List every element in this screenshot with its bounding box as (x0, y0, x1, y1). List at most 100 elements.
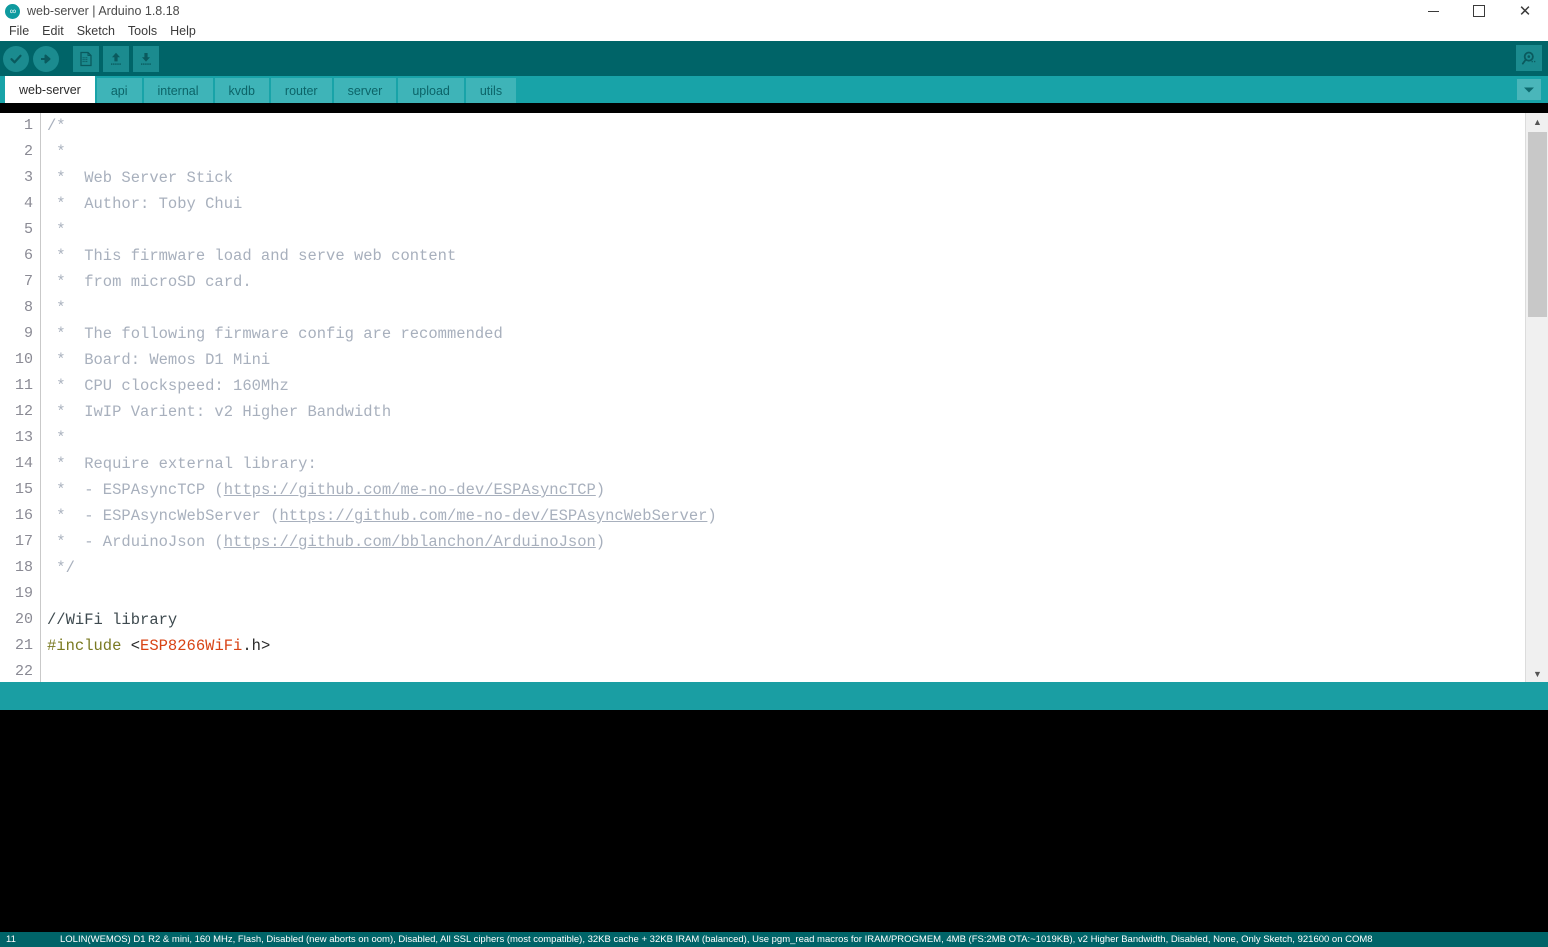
comment-token: /* (47, 117, 66, 135)
line-number: 2 (23, 143, 33, 160)
window-controls: ✕ (1410, 0, 1548, 22)
punctuation-token: > (260, 637, 271, 655)
code-line: * (41, 295, 1525, 321)
include-ext-token: .h (242, 637, 261, 655)
line-number: 7 (23, 273, 33, 290)
new-document-icon (80, 51, 92, 66)
toolbar (0, 41, 1548, 76)
comment-token: * - ESPAsyncTCP ( (47, 481, 224, 499)
arduino-ide-window: ∞ web-server | Arduino 1.8.18 ✕ File Edi… (0, 0, 1548, 947)
menu-sketch[interactable]: Sketch (72, 23, 123, 40)
tab-api[interactable]: api (96, 78, 142, 103)
save-sketch-button[interactable] (133, 45, 159, 72)
line-number: 15 (14, 481, 33, 498)
code-line: * - ESPAsyncTCP (https://github.com/me-n… (41, 477, 1525, 503)
line-number: 19 (14, 585, 33, 602)
arduino-logo-glyph: ∞ (9, 5, 17, 16)
scrollbar-thumb[interactable] (1528, 132, 1547, 317)
comment-token: * IwIP Varient: v2 Higher Bandwidth (47, 403, 392, 421)
close-button[interactable]: ✕ (1502, 0, 1548, 22)
console-output-panel[interactable] (0, 710, 1548, 932)
line-number: 14 (14, 455, 33, 472)
line-number: 8 (23, 299, 33, 316)
tab-router[interactable]: router (270, 78, 332, 103)
line-comment-token: //WiFi library (47, 611, 178, 629)
url-link[interactable]: https://github.com/me-no-dev/ESPAsyncTCP (224, 481, 596, 499)
tab-upload[interactable]: upload (398, 78, 464, 103)
menu-file[interactable]: File (4, 23, 37, 40)
arduino-logo-icon: ∞ (5, 3, 20, 19)
scroll-down-arrow[interactable]: ▼ (1526, 665, 1548, 682)
comment-token: * This firmware load and serve web conte… (47, 247, 457, 265)
punctuation-token: < (121, 637, 141, 655)
line-number: 16 (14, 507, 33, 524)
code-line: * Web Server Stick (41, 165, 1525, 191)
line-number: 20 (14, 611, 33, 628)
menu-edit[interactable]: Edit (37, 23, 72, 40)
arrow-right-icon (41, 54, 51, 63)
line-number: 11 (14, 377, 33, 394)
line-number: 10 (14, 351, 33, 368)
comment-token: * - ESPAsyncWebServer ( (47, 507, 280, 525)
tab-internal[interactable]: internal (143, 78, 213, 103)
comment-token: * The following firmware config are reco… (47, 325, 503, 343)
line-number: 4 (23, 195, 33, 212)
comment-token: * Author: Toby Chui (47, 195, 243, 213)
comment-token: ) (595, 481, 606, 499)
minimize-button[interactable] (1410, 0, 1456, 22)
tab-server[interactable]: server (333, 78, 397, 103)
code-line: * CPU clockspeed: 160Mhz (41, 373, 1525, 399)
title-bar: ∞ web-server | Arduino 1.8.18 ✕ (0, 0, 1548, 22)
code-editor[interactable]: 1 2 3 4 5 6 7 8 9 10 11 12 13 14 15 16 1… (0, 113, 1548, 682)
comment-token: */ (47, 559, 75, 577)
line-number: 17 (14, 533, 33, 550)
scroll-up-arrow[interactable]: ▲ (1526, 113, 1548, 130)
url-link[interactable]: https://github.com/bblanchon/ArduinoJson (224, 533, 596, 551)
comment-token: * Board: Wemos D1 Mini (47, 351, 271, 369)
code-line: * The following firmware config are reco… (41, 321, 1525, 347)
preprocessor-token: #include (47, 637, 122, 655)
comment-token: * Web Server Stick (47, 169, 234, 187)
url-link[interactable]: https://github.com/me-no-dev/ESPAsyncWeb… (280, 507, 708, 525)
line-number: 3 (23, 169, 33, 186)
serial-monitor-button[interactable] (1516, 45, 1542, 71)
tab-web-server[interactable]: web-server (5, 76, 95, 103)
line-number: 1 (23, 117, 33, 134)
code-line: * from microSD card. (41, 269, 1525, 295)
code-line: //WiFi library (41, 607, 1525, 633)
tab-dropdown-button[interactable] (1517, 79, 1541, 100)
comment-token: * (47, 221, 66, 239)
chevron-down-icon (1524, 87, 1534, 92)
line-number: 6 (23, 247, 33, 264)
menu-bar: File Edit Sketch Tools Help (0, 22, 1548, 41)
checkmark-icon (10, 54, 22, 63)
new-sketch-button[interactable] (73, 45, 99, 72)
line-number: 21 (14, 637, 33, 654)
editor-vertical-scrollbar[interactable]: ▲ ▼ (1525, 113, 1548, 682)
line-number-gutter: 1 2 3 4 5 6 7 8 9 10 11 12 13 14 15 16 1… (0, 113, 41, 682)
code-line: * (41, 139, 1525, 165)
code-line: /* (41, 113, 1525, 139)
upload-button[interactable] (33, 45, 59, 72)
tab-utils[interactable]: utils (465, 78, 517, 103)
code-line: * - ESPAsyncWebServer (https://github.co… (41, 503, 1525, 529)
menu-tools[interactable]: Tools (123, 23, 165, 40)
line-number: 5 (23, 221, 33, 238)
include-library-token: ESP8266WiFi (140, 637, 243, 655)
code-line: */ (41, 555, 1525, 581)
maximize-button[interactable] (1456, 0, 1502, 22)
code-line: * - ArduinoJson (https://github.com/bbla… (41, 529, 1525, 555)
menu-help[interactable]: Help (165, 23, 204, 40)
verify-button[interactable] (3, 45, 29, 72)
tab-kvdb[interactable]: kvdb (214, 78, 269, 103)
code-line: * (41, 425, 1525, 451)
code-line: * Require external library: (41, 451, 1525, 477)
open-sketch-button[interactable] (103, 45, 129, 72)
comment-token: ) (595, 533, 606, 551)
code-text-area[interactable]: /* * * Web Server Stick * Author: Toby C… (41, 113, 1525, 682)
comment-token: * (47, 429, 66, 447)
line-number: 22 (14, 663, 33, 680)
magnifier-icon (1521, 51, 1535, 64)
